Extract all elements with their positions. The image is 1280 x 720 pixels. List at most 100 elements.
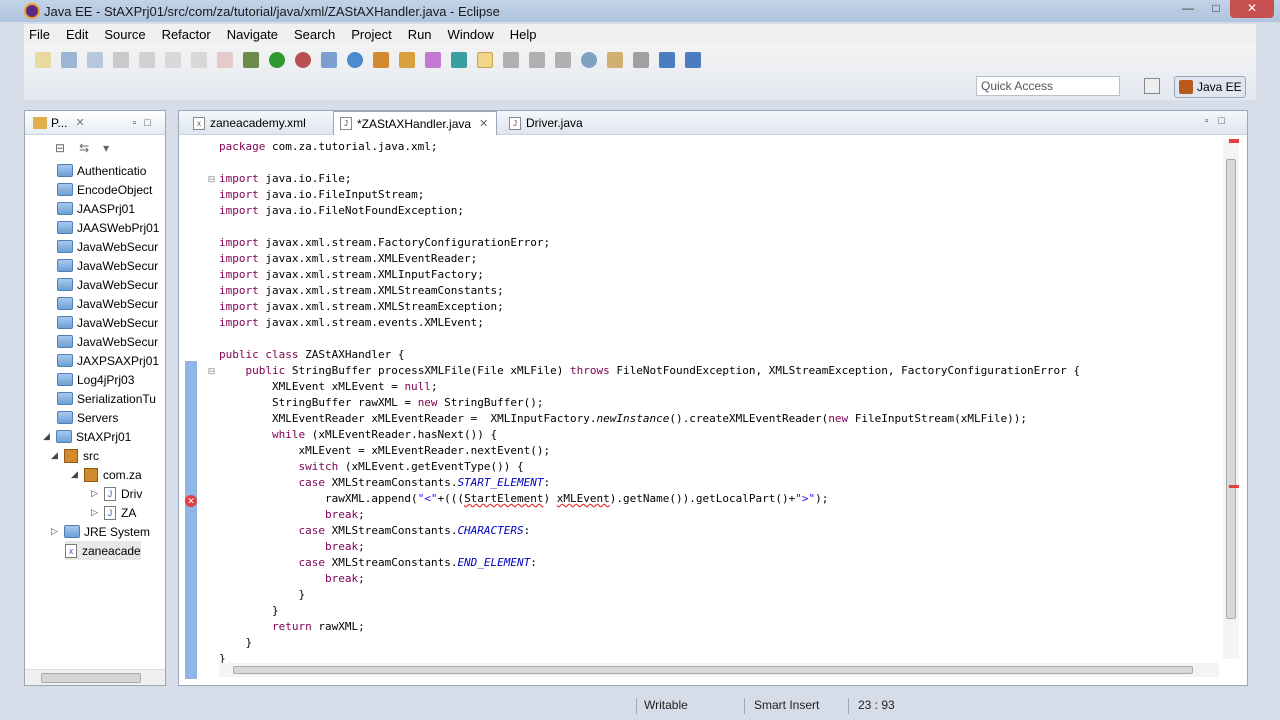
view-menu-icon[interactable]: ▾ (103, 141, 109, 155)
folder-icon (57, 316, 73, 329)
tree-item[interactable]: SerializationTu (57, 389, 156, 408)
collapsed-icon[interactable]: ▷ (51, 526, 61, 537)
tree-item[interactable]: Log4jPrj03 (57, 370, 134, 389)
explorer-tab-label: P... (51, 115, 68, 130)
new-icon[interactable] (35, 52, 51, 68)
tree-item[interactable]: JAASPrj01 (57, 199, 135, 218)
tree-item[interactable]: ▷ J ZA (91, 503, 136, 522)
menu-project[interactable]: Project (346, 27, 396, 42)
explorer-tab[interactable]: P... ✕ ▫□ (25, 111, 165, 135)
menu-search[interactable]: Search (289, 27, 340, 42)
minimize-maximize-icon[interactable]: ▫□ (132, 117, 159, 129)
menu-run[interactable]: Run (403, 27, 437, 42)
tab-zastaxhandler-java[interactable]: J *ZAStAXHandler.java ✕ (333, 111, 497, 135)
close-icon[interactable]: ✕ (479, 117, 488, 130)
code-area[interactable]: package com.za.tutorial.java.xml; import… (219, 139, 1219, 673)
close-icon[interactable]: ✕ (75, 116, 84, 129)
menu-navigate[interactable]: Navigate (222, 27, 283, 42)
tree-item[interactable]: Servers (57, 408, 118, 427)
folder-icon (57, 221, 73, 234)
mark-occurrences-icon[interactable] (477, 52, 493, 68)
paragraph-icon[interactable] (555, 52, 571, 68)
debug-icon[interactable] (243, 52, 259, 68)
tree-item[interactable]: JavaWebSecur (57, 237, 158, 256)
tab-label: zaneacademy.xml (210, 116, 306, 130)
minimize-maximize-icon[interactable]: ▫□ (1204, 115, 1235, 127)
tree-item[interactable]: Authenticatio (57, 161, 146, 180)
tree-item[interactable]: JavaWebSecur (57, 313, 158, 332)
show-whitespace-icon[interactable] (529, 52, 545, 68)
pin-icon[interactable] (607, 52, 623, 68)
tree-item[interactable]: ◢ com.za (71, 465, 142, 484)
error-marker[interactable] (1229, 485, 1239, 488)
menu-file[interactable]: File (24, 27, 55, 42)
back-icon[interactable] (659, 52, 675, 68)
tree-item[interactable]: JavaWebSecur (57, 294, 158, 313)
open-type-icon[interactable] (373, 52, 389, 68)
close-icon[interactable]: ✕ (1230, 0, 1274, 18)
minimize-icon[interactable]: — (1174, 0, 1202, 18)
tree-item[interactable]: ▷ J Driv (91, 484, 142, 503)
run-icon[interactable] (269, 52, 285, 68)
save-all-icon[interactable] (87, 52, 103, 68)
tree-item[interactable]: JavaWebSecur (57, 256, 158, 275)
tree-item-label: SerializationTu (77, 391, 156, 406)
new-server-icon[interactable] (321, 52, 337, 68)
external-tools-icon[interactable] (295, 52, 311, 68)
code-editor: x zaneacademy.xml J *ZAStAXHandler.java … (178, 110, 1248, 686)
tree-item[interactable]: JavaWebSecur (57, 332, 158, 351)
print-icon[interactable] (113, 52, 129, 68)
globe-icon[interactable] (581, 52, 597, 68)
terminate-icon[interactable] (217, 52, 233, 68)
annotation-icon[interactable] (451, 52, 467, 68)
tree-item[interactable]: ▷ JRE System (51, 522, 150, 541)
tree-item[interactable]: JAXPSAXPrj01 (57, 351, 159, 370)
perspective-java-ee[interactable]: Java EE (1174, 76, 1246, 98)
tree-item[interactable]: JavaWebSecur (57, 275, 158, 294)
fold-toggle-icon[interactable]: ⊟ (207, 175, 216, 184)
error-summary-marker[interactable] (1229, 139, 1239, 143)
menu-window[interactable]: Window (443, 27, 499, 42)
skip-breakpoints-icon[interactable] (139, 52, 155, 68)
folder-icon (57, 278, 73, 291)
next-annotation-icon[interactable] (633, 52, 649, 68)
menu-refactor[interactable]: Refactor (157, 27, 216, 42)
link-editor-icon[interactable]: ⇆ (79, 141, 89, 155)
error-icon[interactable]: ✕ (185, 495, 197, 507)
tree-item-label: JavaWebSecur (77, 258, 159, 273)
tab-driver-java[interactable]: J Driver.java (503, 111, 613, 135)
quick-access-input[interactable]: Quick Access (976, 76, 1120, 96)
editor-vertical-scrollbar[interactable] (1223, 139, 1239, 659)
expanded-icon[interactable]: ◢ (43, 431, 53, 442)
maximize-icon[interactable]: □ (1202, 0, 1230, 18)
collapse-all-icon[interactable]: ⊟ (55, 141, 65, 155)
tree-item[interactable]: EncodeObject (57, 180, 152, 199)
collapsed-icon[interactable]: ▷ (91, 488, 101, 499)
tree-item[interactable]: ◢ StAXPrj01 (43, 427, 131, 446)
toggle-block-icon[interactable] (503, 52, 519, 68)
save-icon[interactable] (61, 52, 77, 68)
expanded-icon[interactable]: ◢ (71, 469, 81, 480)
collapsed-icon[interactable]: ▷ (91, 507, 101, 518)
tree-item[interactable]: JAASWebPrj01 (57, 218, 159, 237)
suspend-icon[interactable] (191, 52, 207, 68)
menu-help[interactable]: Help (505, 27, 542, 42)
editor-horizontal-scrollbar[interactable] (219, 663, 1219, 677)
expanded-icon[interactable]: ◢ (51, 450, 61, 461)
web-browser-icon[interactable] (347, 52, 363, 68)
open-task-icon[interactable] (399, 52, 415, 68)
tree-item[interactable]: ◢ src (51, 446, 99, 465)
forward-icon[interactable] (685, 52, 701, 68)
step-icon[interactable] (165, 52, 181, 68)
library-icon (64, 525, 80, 538)
tree-item-label: ZA (121, 505, 137, 520)
fold-toggle-icon[interactable]: ⊟ (207, 367, 216, 376)
menu-edit[interactable]: Edit (61, 27, 93, 42)
tree-item[interactable]: x zaneacade (65, 541, 141, 560)
menu-source[interactable]: Source (99, 27, 150, 42)
search-icon[interactable] (425, 52, 441, 68)
open-perspective-icon[interactable] (1144, 78, 1160, 94)
explorer-scrollbar[interactable] (25, 669, 165, 685)
tree-item-label: JRE System (84, 524, 151, 539)
tab-zaneacademy-xml[interactable]: x zaneacademy.xml (187, 111, 337, 135)
